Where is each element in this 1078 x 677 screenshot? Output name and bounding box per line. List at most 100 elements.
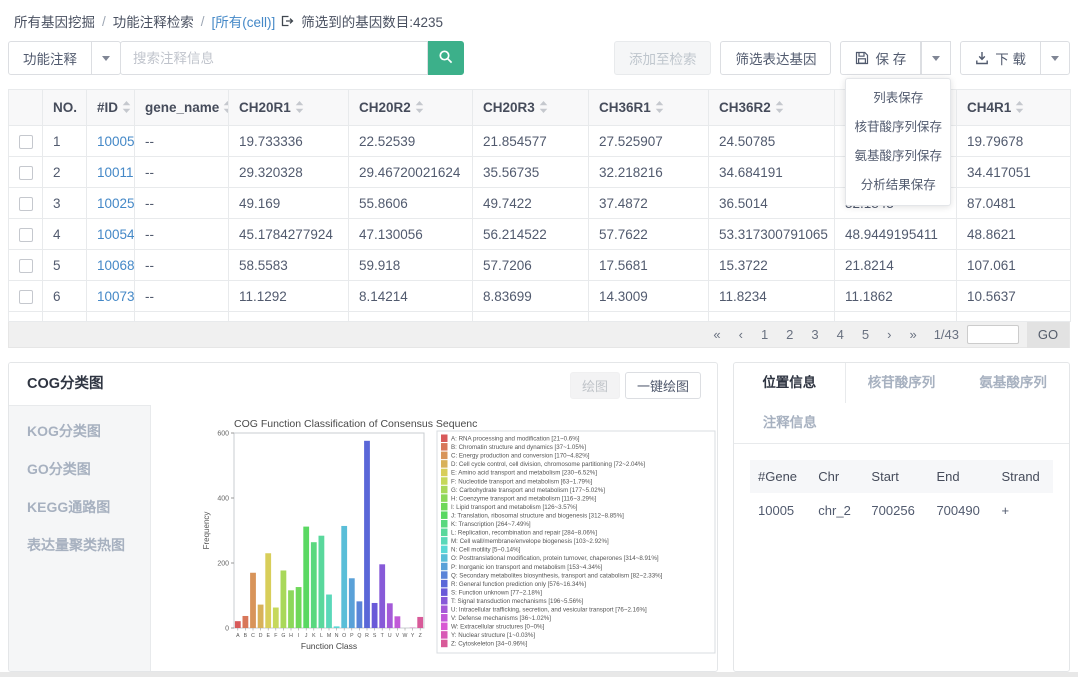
svg-text:F: F [274, 633, 277, 639]
pagination-bar: «‹12345›» 1/43 GO [8, 322, 1070, 348]
sidebar-item-kegg[interactable]: KEGG通路图 [9, 488, 150, 526]
gene-id-link[interactable]: 10068 [97, 258, 135, 273]
save-menu-item[interactable]: 核苷酸序列保存 [846, 113, 950, 142]
tab-核苷酸序列[interactable]: 核苷酸序列 [846, 363, 958, 403]
pager-nav-button[interactable]: » [900, 327, 925, 342]
svg-text:J: Translation, ribosomal stru: J: Translation, ribosomal structure and … [451, 512, 624, 519]
go-button[interactable]: GO [1027, 322, 1069, 348]
gene-id-link[interactable]: 10054 [97, 227, 135, 242]
sidebar-item-kog[interactable]: KOG分类图 [9, 412, 150, 450]
svg-text:W: W [403, 633, 408, 639]
page-button-1[interactable]: 1 [752, 327, 777, 342]
sidebar-item-go[interactable]: GO分类图 [9, 450, 150, 488]
row-checkbox[interactable] [19, 290, 33, 304]
info-cell: 700256 [863, 493, 928, 528]
row-checkbox[interactable] [19, 166, 33, 180]
page-jump-input[interactable] [967, 325, 1019, 344]
gene-id-link[interactable]: 10011 [97, 165, 134, 180]
pager-nav-button[interactable]: « [704, 327, 729, 342]
expression-value-cell: 53.317300791065 [709, 219, 835, 250]
sort-icon[interactable] [539, 101, 548, 116]
svg-text:Y: Y [411, 633, 415, 639]
add-to-search-label: 添加至检索 [629, 48, 697, 68]
download-button[interactable]: 下 载 [960, 41, 1041, 75]
column-header-ch36r2[interactable]: CH36R2 [709, 90, 835, 126]
svg-text:J: J [305, 633, 308, 639]
pager-nav-button[interactable]: ‹ [730, 327, 752, 342]
column-header-genename[interactable]: gene_name [135, 90, 229, 126]
row-checkbox[interactable] [19, 135, 33, 149]
sort-icon[interactable] [775, 101, 784, 116]
position-info-body: 10005chr_2700256700490+ [750, 493, 1053, 528]
gene-id-cell: 10054 [87, 219, 135, 250]
filter-expressed-genes-button[interactable]: 筛选表达基因 [720, 41, 831, 75]
save-button[interactable]: 保 存 [840, 41, 921, 75]
expression-value-cell: 11.1862 [835, 281, 957, 312]
gene-id-link[interactable]: 10005 [97, 134, 135, 149]
column-header-ch20r2[interactable]: CH20R2 [349, 90, 473, 126]
tab-氨基酸序列[interactable]: 氨基酸序列 [957, 363, 1069, 403]
svg-text:B: Chromatin structure and dyn: B: Chromatin structure and dynamics [37~… [451, 444, 586, 451]
filter-type-caret-button[interactable] [91, 41, 121, 75]
svg-text:600: 600 [217, 431, 229, 438]
row-checkbox[interactable] [19, 259, 33, 273]
column-header-id[interactable]: #ID [87, 90, 135, 126]
sort-icon[interactable] [1015, 101, 1024, 116]
sort-icon[interactable] [122, 101, 131, 116]
breadcrumb-item[interactable]: 功能注释检索 [113, 11, 194, 31]
expression-value-cell: 45.1784277924 [229, 219, 349, 250]
pager-nav-button[interactable]: › [878, 327, 900, 342]
chevron-down-icon [932, 56, 940, 65]
sort-icon[interactable] [223, 101, 228, 116]
breadcrumb-item-current[interactable]: [所有(cell)] [212, 11, 276, 31]
page-button-5[interactable]: 5 [853, 327, 878, 342]
expression-value-cell: 10.5637 [957, 281, 1071, 312]
sidebar-item-[interactable]: 表达量聚类热图 [9, 526, 150, 564]
draw-button[interactable]: 绘图 [570, 372, 620, 399]
search-button[interactable] [428, 41, 464, 75]
column-header-no[interactable]: NO. [43, 90, 87, 126]
svg-text:O: O [342, 633, 346, 639]
gene-id-link[interactable]: 10025 [97, 196, 135, 211]
svg-text:C: Energy production and conve: C: Energy production and conversion [170… [451, 453, 590, 460]
filter-type-select[interactable]: 功能注释 [8, 41, 92, 75]
add-to-search-button[interactable]: 添加至检索 [614, 41, 712, 75]
svg-text:A: RNA processing and modifica: A: RNA processing and modification [21~0… [451, 436, 580, 443]
column-header-ch4r1[interactable]: CH4R1 [957, 90, 1071, 126]
save-menu-item[interactable]: 氨基酸序列保存 [846, 142, 950, 171]
svg-text:O: Posttranslational modificat: O: Posttranslational modification, prote… [451, 555, 659, 562]
tab-cog-chart[interactable]: COG分类图 [9, 363, 151, 405]
svg-text:U: Intracellular trafficking,: U: Intracellular trafficking, secretion,… [451, 607, 647, 614]
page-button-4[interactable]: 4 [828, 327, 853, 342]
info-cell: 700490 [928, 493, 993, 528]
sort-icon[interactable] [295, 101, 304, 116]
download-caret-button[interactable] [1040, 41, 1070, 75]
result-count-label: 筛选到的基因数目:4235 [301, 11, 443, 31]
tab-位置信息[interactable]: 位置信息 [734, 363, 846, 403]
page-button-3[interactable]: 3 [802, 327, 827, 342]
svg-text:Y: Nuclear structure [1~0.03%]: Y: Nuclear structure [1~0.03%] [451, 632, 535, 639]
one-click-draw-button[interactable]: 一键绘图 [625, 372, 701, 399]
save-label: 保 存 [875, 48, 906, 68]
save-menu-item[interactable]: 分析结果保存 [846, 171, 950, 200]
svg-text:Z: Cytoskeleton [34~0.96%]: Z: Cytoskeleton [34~0.96%] [451, 641, 527, 648]
row-checkbox[interactable] [19, 197, 33, 211]
column-header-label: CH36R2 [719, 100, 771, 115]
table-row: 610073--11.12928.142148.8369914.300911.8… [9, 281, 1071, 312]
search-input[interactable] [120, 41, 428, 75]
sort-icon[interactable] [415, 101, 424, 116]
save-menu-item[interactable]: 列表保存 [846, 84, 950, 113]
breadcrumb-item[interactable]: 所有基因挖掘 [14, 11, 95, 31]
column-header-ch36r1[interactable]: CH36R1 [589, 90, 709, 126]
column-header-ch20r1[interactable]: CH20R1 [229, 90, 349, 126]
sort-icon[interactable] [655, 101, 664, 116]
svg-text:W: Extracellular structures [0: W: Extracellular structures [0~0%] [451, 624, 545, 631]
info-column-header: Start [863, 460, 928, 493]
toolbar: 功能注释 添加至检索 筛选表达基因 保 存 列表保存核苷酸 [0, 40, 1078, 76]
page-button-2[interactable]: 2 [777, 327, 802, 342]
column-header-ch20r3[interactable]: CH20R3 [473, 90, 589, 126]
gene-id-link[interactable]: 10073 [97, 289, 135, 304]
row-checkbox[interactable] [19, 228, 33, 242]
save-caret-button[interactable] [921, 41, 951, 75]
tab-注释信息[interactable]: 注释信息 [734, 403, 846, 443]
